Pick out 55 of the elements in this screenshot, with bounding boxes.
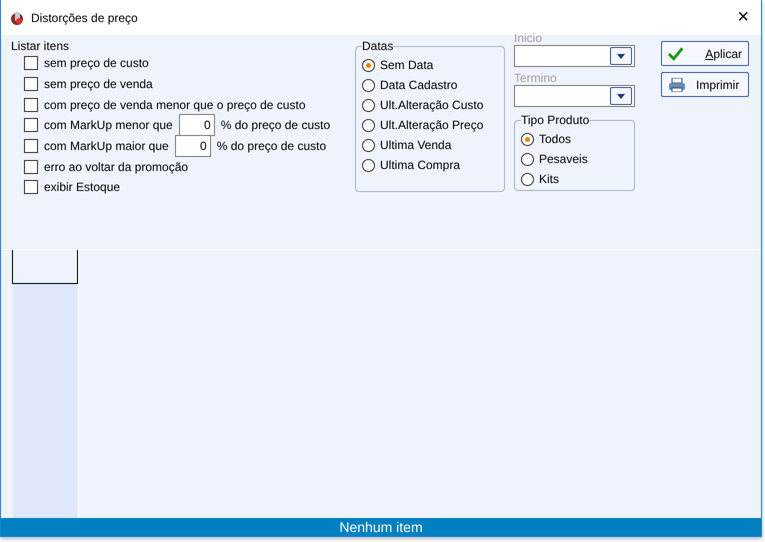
option-label: Ultima Venda — [380, 138, 452, 152]
checkbox[interactable] — [24, 56, 38, 70]
radio-button[interactable] — [521, 172, 534, 186]
option-label: Todos — [539, 132, 572, 146]
checkbox[interactable] — [24, 139, 38, 154]
radio-button[interactable] — [521, 152, 534, 166]
check-icon — [668, 46, 684, 60]
option-label: com MarkUp maior que — [44, 139, 169, 154]
apply-button[interactable]: Aplicar — [661, 41, 749, 66]
option-label: Sem Data — [380, 58, 434, 72]
printer-icon — [668, 78, 686, 92]
checkbox[interactable] — [24, 77, 38, 92]
option-label: com preço de venda menor que o preço de custo — [44, 98, 306, 112]
radio-button[interactable] — [362, 58, 375, 72]
radio-button[interactable] — [362, 98, 375, 112]
suffix-label: % do preço de custo — [220, 118, 330, 132]
dropdown-button[interactable] — [610, 87, 632, 105]
group-label: Tipo Produto — [521, 113, 590, 127]
radio-button[interactable] — [362, 118, 375, 132]
option-label: Data Cadastro — [380, 78, 458, 92]
group-label: Listar itens — [11, 39, 70, 53]
radio-button[interactable] — [362, 138, 375, 152]
checkbox[interactable] — [24, 118, 38, 132]
checkbox[interactable] — [24, 180, 38, 194]
option-label: Ultima Compra — [380, 158, 460, 172]
print-button[interactable]: Imprimir — [661, 72, 749, 97]
caret-icon — [617, 54, 625, 58]
option-label: sem preço de venda — [44, 77, 153, 92]
option-label: com MarkUp menor que — [44, 118, 173, 132]
group-label: Datas — [362, 39, 394, 53]
option-label: Ult.Alteração Preço — [380, 118, 484, 132]
markup-field[interactable]: 0 — [178, 114, 215, 136]
dropdown-button[interactable] — [610, 47, 632, 65]
app-icon — [9, 10, 25, 26]
date-combo[interactable] — [514, 45, 635, 67]
field-label: Inicio — [514, 31, 544, 45]
date-combo[interactable] — [514, 85, 635, 107]
option-label: erro ao voltar da promoção — [44, 160, 188, 174]
option-label: Ult.Alteração Custo — [380, 98, 484, 112]
option-label: sem preço de custo — [44, 56, 149, 70]
radio-button[interactable] — [362, 158, 375, 172]
radio-button[interactable] — [362, 78, 375, 92]
option-label: Pesaveis — [539, 152, 588, 166]
checkbox[interactable] — [24, 98, 38, 112]
checkbox[interactable] — [24, 160, 38, 174]
caret-icon — [617, 94, 625, 98]
window-title: Distorções de preço — [31, 10, 139, 24]
field-label: Termino — [514, 71, 558, 85]
radio-button[interactable] — [521, 132, 534, 146]
status-bar: Nenhum item — [1, 518, 761, 536]
option-label: exibir Estoque — [44, 180, 120, 194]
close-button[interactable]: × — [733, 6, 753, 29]
markup-field[interactable]: 0 — [174, 135, 211, 158]
suffix-label: % do preço de custo — [216, 139, 326, 154]
option-label: Kits — [539, 172, 560, 186]
